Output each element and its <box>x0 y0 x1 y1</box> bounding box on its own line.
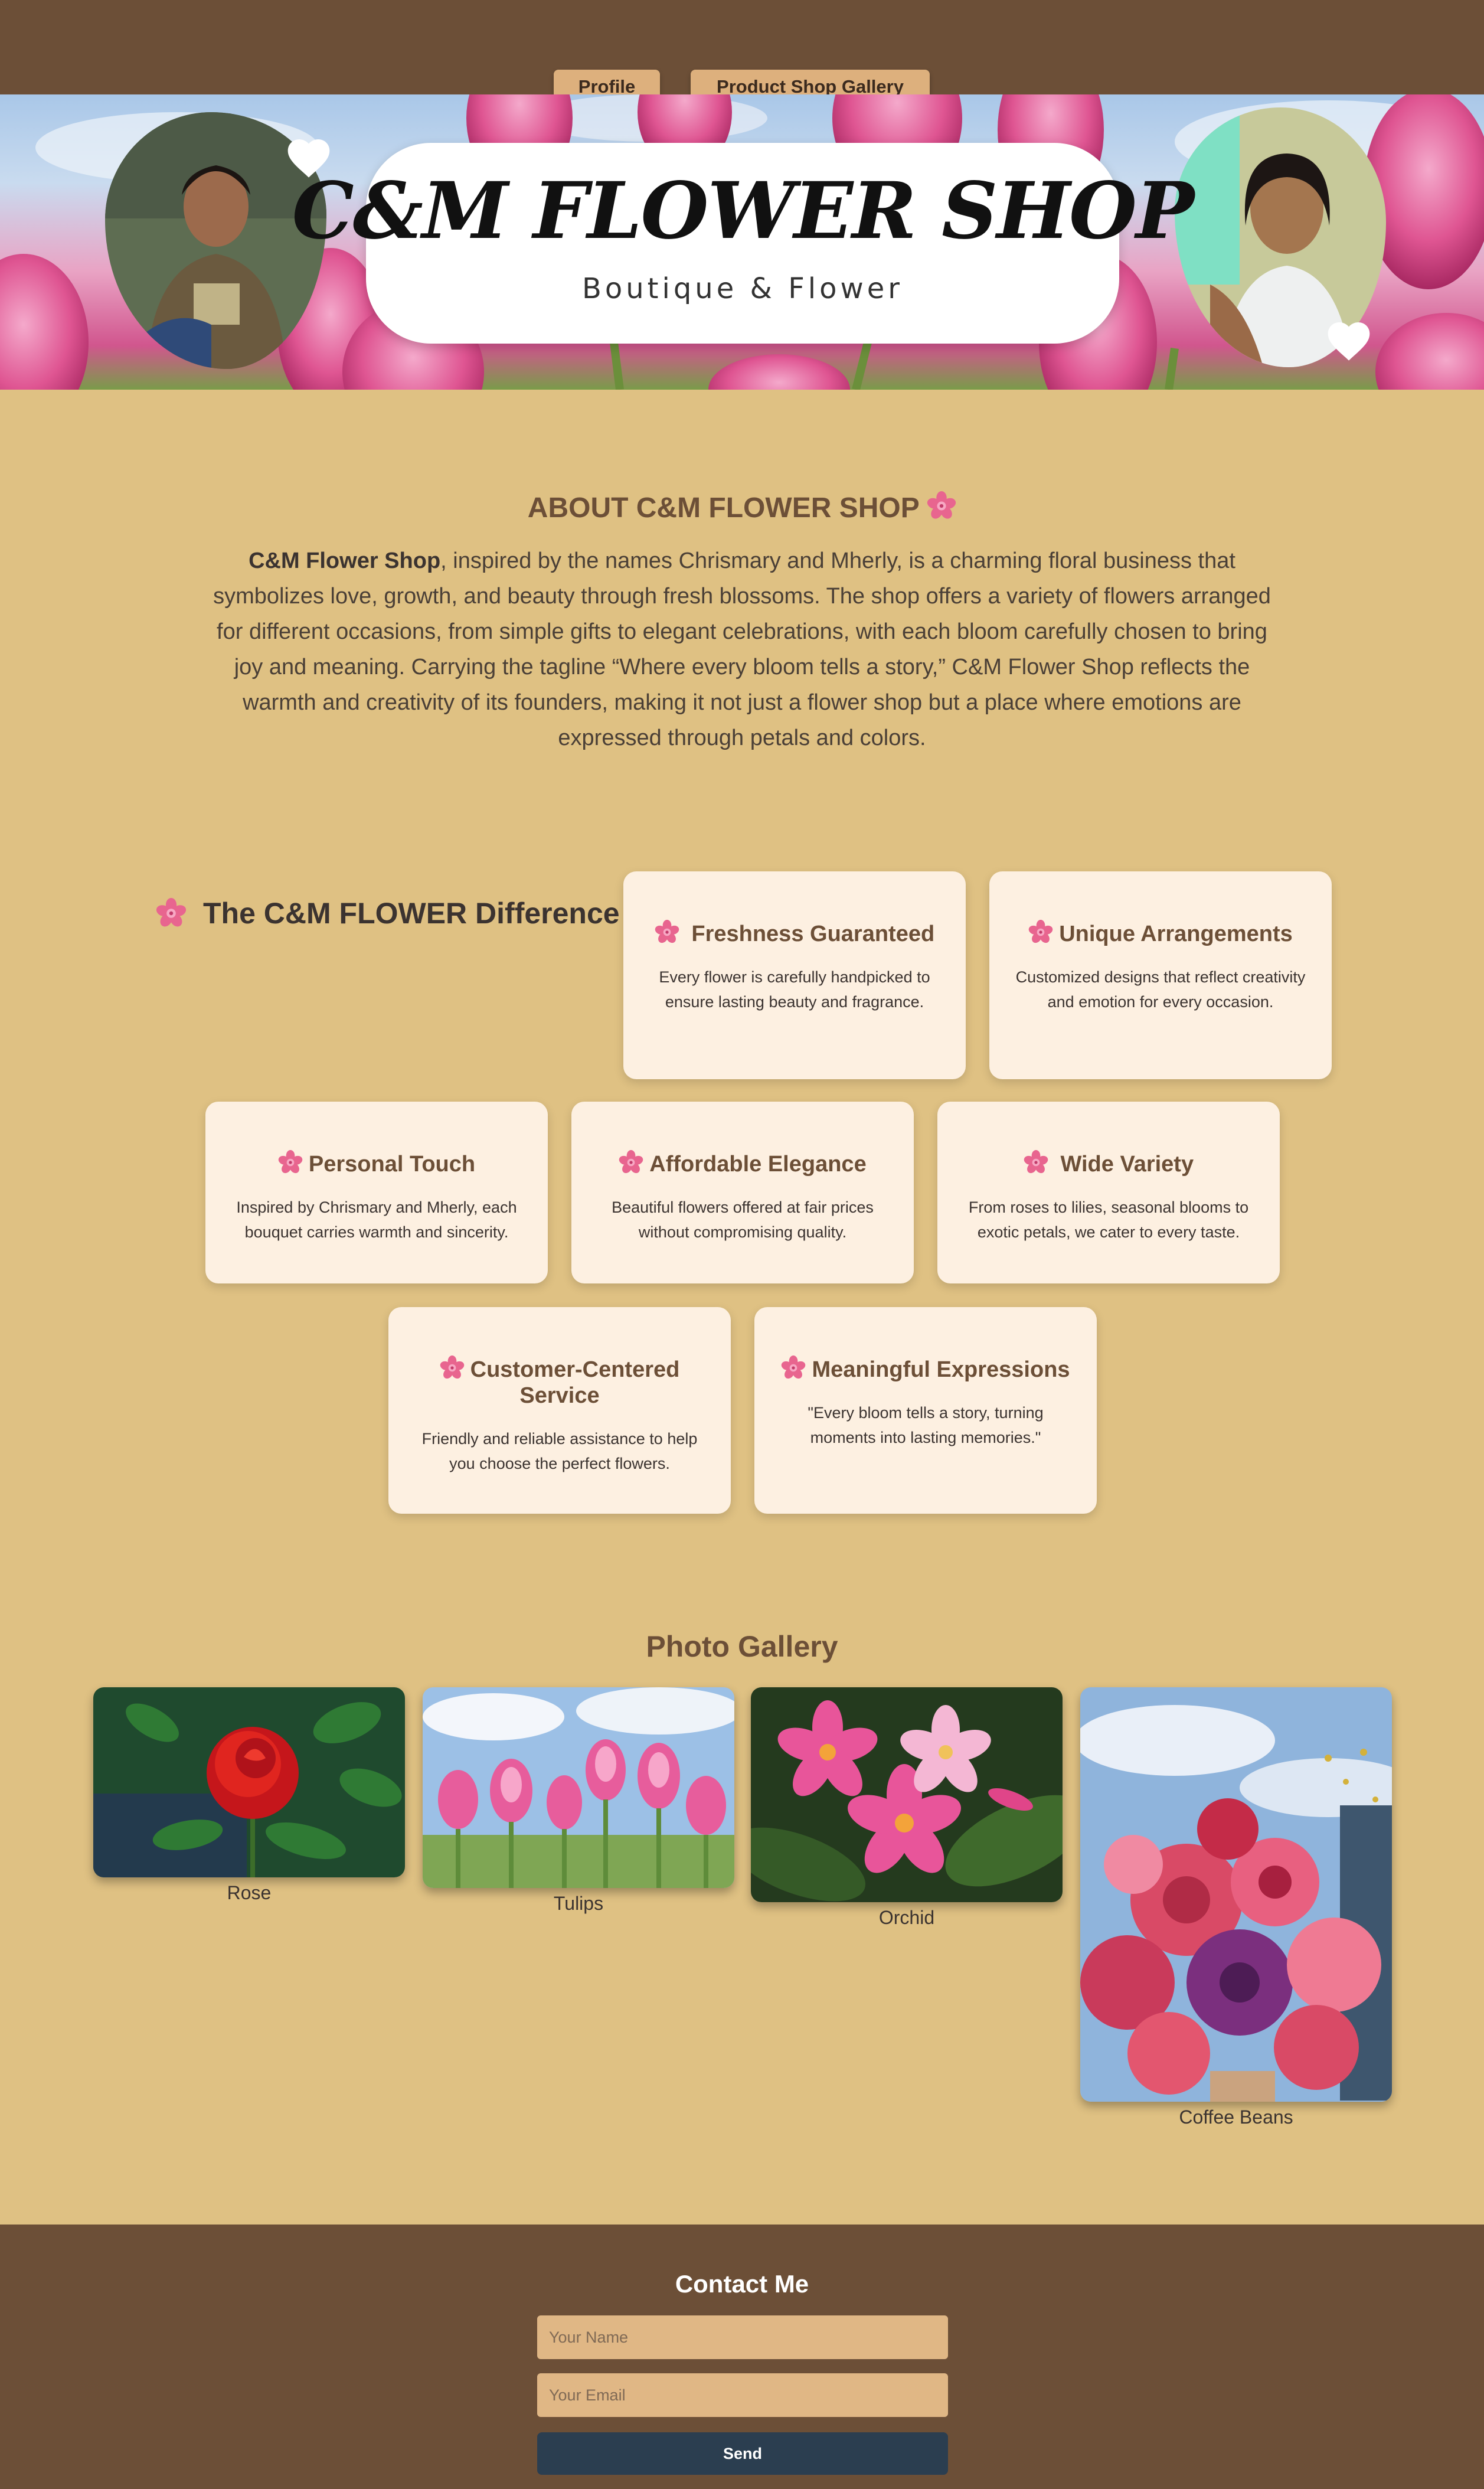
feature-card-title: Personal Touch <box>308 1152 476 1177</box>
feature-card-title: Unique Arrangements <box>1059 922 1293 946</box>
feature-card-description: Customized designs that reflect creativi… <box>1015 968 1306 1011</box>
feature-card-meaningful-expressions: Meaningful Expressions "Every bloom tell… <box>754 1307 1097 1514</box>
feature-card-title: Affordable Elegance <box>649 1152 867 1177</box>
about-paragraph: C&M Flower Shop, inspired by the names C… <box>213 543 1271 756</box>
feature-card-unique-arrangements: Unique Arrangements Customized designs t… <box>989 871 1332 1079</box>
difference-heading-text: The C&M FLOWER Difference <box>203 897 620 930</box>
email-input[interactable] <box>537 2373 948 2417</box>
flower-icon <box>1028 920 1053 945</box>
feature-card-title: Customer-Centered Service <box>470 1357 680 1408</box>
feature-card-description: Friendly and reliable assistance to help… <box>421 1430 698 1472</box>
about-body-text: , inspired by the names Chrismary and Mh… <box>213 548 1271 750</box>
feature-card-description: "Every bloom tells a story, turning mome… <box>808 1404 1044 1446</box>
flower-icon <box>619 1150 643 1175</box>
shop-logo-title: C&M FLOWER SHOP <box>292 165 1195 257</box>
gallery-photo-tulips[interactable] <box>423 1687 734 1888</box>
send-button[interactable]: Send <box>537 2432 948 2475</box>
about-section-title: ABOUT C&M FLOWER SHOP <box>0 491 1484 524</box>
flower-icon <box>655 920 679 945</box>
shop-logo-subtitle: Boutique & Flower <box>581 272 904 305</box>
gallery-photo-orchid[interactable] <box>751 1687 1063 1902</box>
feature-card-affordable-elegance: Affordable Elegance Beautiful flowers of… <box>571 1102 914 1283</box>
name-input[interactable] <box>537 2315 948 2359</box>
about-title-text: ABOUT C&M FLOWER SHOP <box>527 492 919 524</box>
feature-card-description: Every flower is carefully handpicked to … <box>659 968 930 1011</box>
feature-card-title: Freshness Guaranteed <box>691 922 935 946</box>
feature-card-wide-variety: Wide Variety From roses to lilies, seaso… <box>937 1102 1280 1283</box>
gallery-caption: Orchid <box>878 1907 935 1928</box>
feature-card-personal-touch: Personal Touch Inspired by Chrismary and… <box>205 1102 548 1283</box>
gallery-caption: Rose <box>227 1882 272 1903</box>
flower-icon <box>156 898 187 929</box>
feature-card-description: Inspired by Chrismary and Mherly, each b… <box>236 1198 517 1241</box>
gallery-caption: Tulips <box>553 1893 604 1914</box>
feature-card-customer-service: Customer-Centered Service Friendly and r… <box>388 1307 731 1514</box>
heart-icon-right <box>1328 322 1370 361</box>
gallery-photo-rose[interactable] <box>93 1687 405 1877</box>
feature-card-title: Wide Variety <box>1060 1152 1194 1177</box>
feature-card-title: Meaningful Expressions <box>812 1357 1070 1382</box>
hero-banner: C&M FLOWER SHOP Boutique & Flower <box>0 94 1484 390</box>
flower-icon <box>440 1355 465 1380</box>
gallery-caption: Coffee Beans <box>1179 2106 1293 2128</box>
feature-card-description: Beautiful flowers offered at fair prices… <box>612 1198 874 1241</box>
flower-icon <box>278 1150 303 1175</box>
feature-card-freshness: Freshness Guaranteed Every flower is car… <box>623 871 966 1079</box>
difference-section-heading: The C&M FLOWER Difference <box>156 896 620 930</box>
contact-section-title: Contact Me <box>675 2270 809 2298</box>
flower-icon <box>927 491 956 521</box>
shop-logo-card: C&M FLOWER SHOP Boutique & Flower <box>292 143 1194 344</box>
gallery-photo-coffee-beans[interactable] <box>1080 1687 1392 2102</box>
flower-icon <box>1024 1150 1048 1175</box>
about-shop-name: C&M Flower Shop <box>249 548 441 573</box>
feature-card-description: From roses to lilies, seasonal blooms to… <box>968 1198 1249 1241</box>
flower-icon <box>781 1355 806 1380</box>
gallery-section-title: Photo Gallery <box>646 1630 838 1663</box>
